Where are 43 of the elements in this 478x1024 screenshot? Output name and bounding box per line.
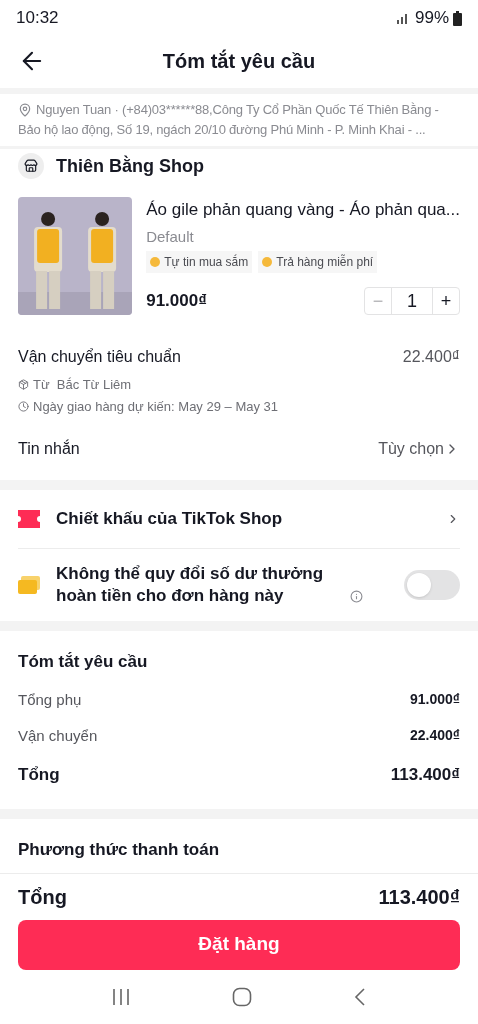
summary-value: 22.400₫ xyxy=(410,726,460,745)
info-icon[interactable] xyxy=(350,590,363,603)
total-label: Tổng xyxy=(18,884,67,910)
back-nav-icon[interactable] xyxy=(353,986,368,1007)
cashback-icon xyxy=(18,576,40,594)
cashback-toggle[interactable] xyxy=(404,570,460,600)
shipping-method: Vận chuyển tiêu chuẩn xyxy=(18,347,181,367)
total-value: 113.400₫ xyxy=(378,884,460,910)
cashback-label: Không thể quy đổi số dư thưởng hoàn tiền cho đơn hàng này xyxy=(56,563,325,607)
summary-label: Vận chuyển xyxy=(18,726,98,746)
shop-name[interactable]: Thiên Bằng Shop xyxy=(56,152,204,180)
discount-label[interactable]: Chiết khấu của TikTok Shop xyxy=(56,506,430,532)
summary-label: Tổng xyxy=(18,763,60,786)
increase-button[interactable]: + xyxy=(433,288,459,314)
recents-icon[interactable] xyxy=(110,987,131,1006)
summary-value: 91.000₫ xyxy=(410,689,460,709)
summary-value: 113.400₫ xyxy=(390,763,460,786)
product-variant: Default xyxy=(146,226,195,247)
place-order-button[interactable]: Đặt hàng xyxy=(18,919,460,970)
message-label: Tin nhắn xyxy=(18,438,80,459)
summary-title: Tóm tắt yêu cầu xyxy=(18,652,148,671)
home-icon[interactable] xyxy=(232,986,252,1007)
status-time: 10:32 xyxy=(16,7,59,30)
coupon-icon xyxy=(18,510,40,528)
product-price: 91.000₫ xyxy=(146,290,207,313)
badge: Tự tin mua sắm xyxy=(146,251,253,273)
page-title: Tóm tắt yêu cầu xyxy=(162,48,316,74)
delivery-estimate: Ngày giao hàng dự kiến: May 29 – May 31 xyxy=(33,397,278,416)
location-pin-icon xyxy=(18,103,32,117)
shop-icon xyxy=(18,153,44,179)
ship-origin: Từ Bắc Từ Liêm xyxy=(33,376,132,394)
message-option[interactable]: Tùy chọn xyxy=(378,437,444,461)
warehouse-icon xyxy=(18,379,29,391)
quantity-value: 1 xyxy=(391,288,433,314)
badge: Trả hàng miễn phí xyxy=(258,251,378,273)
shipping-fee: 22.400₫ xyxy=(402,347,460,367)
summary-label: Tổng phụ xyxy=(18,689,82,710)
battery-icon xyxy=(453,10,462,26)
product-title[interactable]: Áo gile phản quang vàng - Áo phản qua... xyxy=(146,197,460,223)
clock-icon xyxy=(18,400,29,412)
payment-title: Phương thức thanh toán xyxy=(18,840,220,859)
battery-level: 99% xyxy=(414,7,449,30)
shipping-address[interactable]: Nguyen Tuan · (+84)03******88,Công Ty Cổ Phần Quốc Tế Thiên Bằng - Bảo hộ lao động, Số 19, ngách 20/10 đường Phú Minh - P. Minh Khai - ... xyxy=(18,100,460,140)
